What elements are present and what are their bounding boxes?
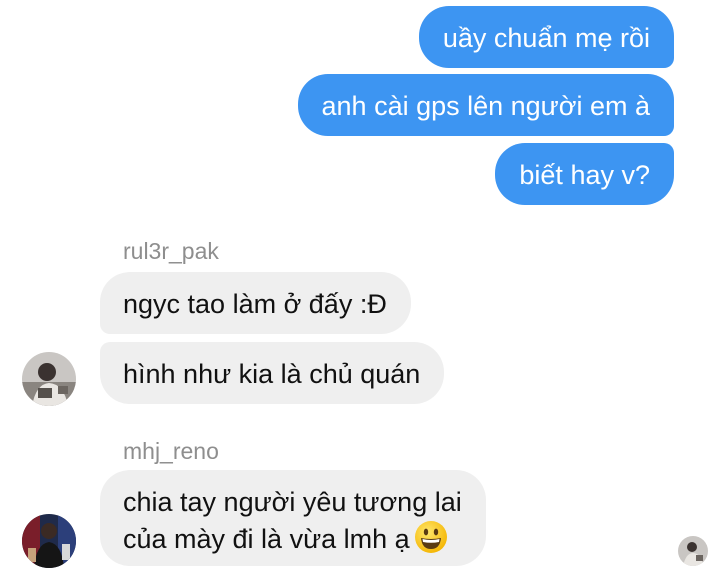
incoming-message[interactable]: ngyc tao làm ở đấy :Đ [100, 272, 411, 334]
grinning-face-emoji-icon [414, 521, 447, 553]
avatar-photo-icon [22, 352, 76, 406]
message-text: anh cài gps lên người em à [321, 91, 650, 121]
message-text-line: chia tay người yêu tương lai [123, 487, 462, 517]
incoming-message[interactable]: chia tay người yêu tương lai của mày đi … [100, 470, 486, 566]
sender-avatar[interactable] [22, 352, 76, 406]
avatar-photo-icon [678, 536, 708, 566]
sender-avatar[interactable] [22, 514, 76, 568]
outgoing-message[interactable]: anh cài gps lên người em à [297, 74, 674, 136]
message-text-line: của mày đi là vừa lmh ạ [123, 520, 462, 557]
outgoing-message[interactable]: uầy chuẩn mẹ rồi [418, 6, 674, 68]
sender-name: rul3r_pak [123, 238, 219, 264]
message-text: uầy chuẩn mẹ rồi [442, 23, 650, 53]
message-text: hình như kia là chủ quán [123, 359, 421, 389]
message-text: ngyc tao làm ở đấy :Đ [123, 289, 387, 319]
avatar-photo-icon [22, 514, 76, 568]
outgoing-message[interactable]: biết hay v? [495, 143, 674, 205]
read-receipt-avatar [678, 536, 708, 566]
sender-name: mhj_reno [123, 438, 219, 464]
incoming-message[interactable]: hình như kia là chủ quán [100, 342, 445, 404]
message-text: biết hay v? [519, 160, 650, 190]
